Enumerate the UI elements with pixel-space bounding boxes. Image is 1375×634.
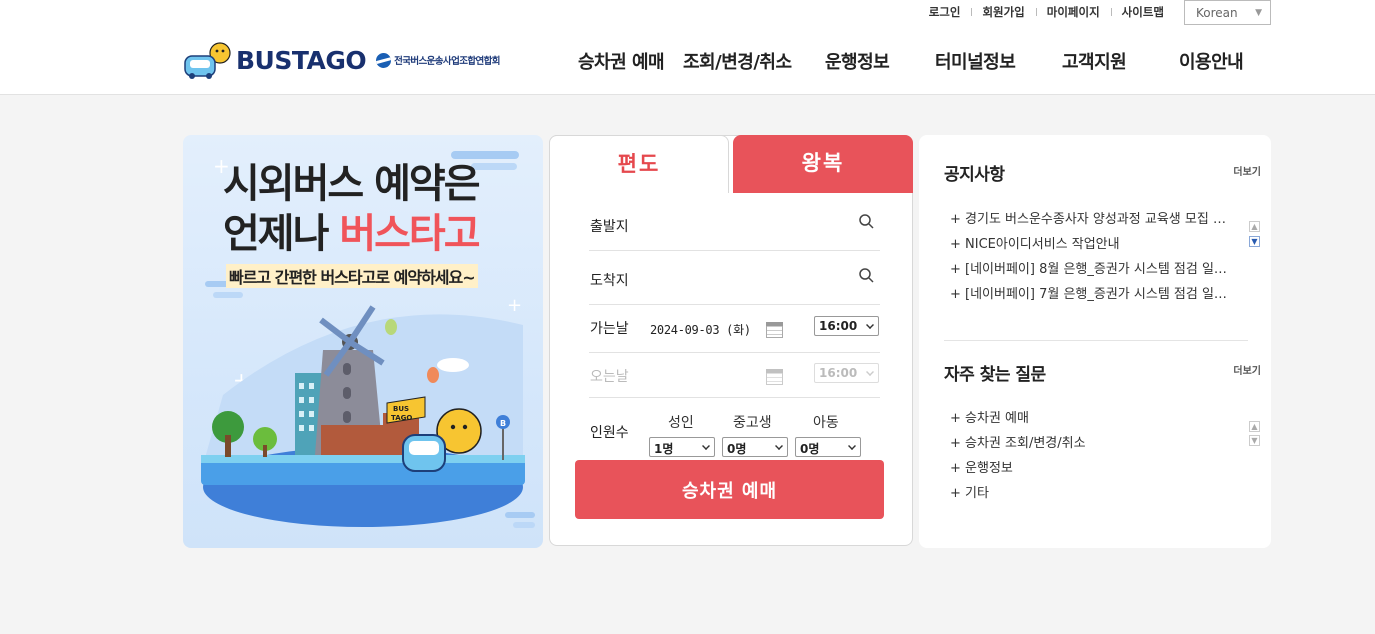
signup-link[interactable]: 회원가입	[971, 5, 1035, 19]
faq-more-link[interactable]: 더보기	[1233, 362, 1261, 377]
return-time-value: 16:00	[819, 366, 858, 380]
nav-customer-support[interactable]: 고객지원	[1062, 48, 1127, 74]
notice-more-link[interactable]: 더보기	[1233, 163, 1261, 178]
teen-label: 중고생	[733, 415, 772, 431]
go-date-label: 가는날	[590, 321, 629, 337]
arrival-field[interactable]: 도착지	[589, 251, 880, 305]
banner-subtitle: 빠르고 간편한 버스타고로 예약하세요~	[226, 264, 478, 288]
scroll-up-icon[interactable]: ▲	[1249, 221, 1260, 232]
teen-count-select[interactable]: 0명	[722, 437, 788, 457]
go-date-row: 가는날 2024-09-03 (화) 16:00	[589, 305, 880, 353]
chevron-down-icon	[866, 321, 874, 329]
chevron-down-icon	[702, 442, 710, 450]
faq-list: + 승차권 예매 + 승차권 조회/변경/취소 + 운행정보 + 기타	[950, 406, 1230, 506]
bus-tago-sign-text: BUS	[393, 405, 409, 413]
tab-round-trip[interactable]: 왕복	[733, 135, 913, 193]
go-date-value[interactable]: 2024-09-03 (화)	[650, 321, 751, 338]
site-logo[interactable]: BUSTAGO 전국버스운송사업조합연합회	[182, 38, 502, 82]
tab-one-way[interactable]: 편도	[549, 135, 729, 193]
notice-item[interactable]: + [네이버페이] 8월 은행_증권가 시스템 점검 일정 안내	[950, 257, 1230, 282]
scroll-up-icon[interactable]: ▲	[1249, 421, 1260, 432]
search-icon[interactable]	[859, 268, 874, 283]
banner-headline: 시외버스 예약은 언제나 버스타고	[223, 159, 481, 259]
association-emblem-icon	[376, 52, 392, 68]
association-name: 전국버스운송사업조합연합회	[394, 56, 500, 67]
faq-item[interactable]: + 승차권 예매	[950, 406, 1230, 431]
site-header: 로그인 회원가입 마이페이지 사이트맵 Korean ▼ BUSTAGO 전국버…	[0, 0, 1375, 95]
svg-text:TAGO: TAGO	[391, 414, 412, 422]
faq-item[interactable]: + 기타	[950, 481, 1230, 506]
go-time-select[interactable]: 16:00	[814, 316, 879, 336]
svg-text:B: B	[500, 419, 506, 428]
child-count-value: 0명	[800, 442, 820, 456]
return-date-label: 오는날	[590, 369, 629, 385]
faq-title: 자주 찾는 질문	[944, 365, 1046, 385]
adult-count-select[interactable]: 1명	[649, 437, 715, 457]
booking-panel: 편도 왕복 출발지 도착지 가는날 2024-09-03 (화) 16:00 오…	[549, 135, 913, 546]
notice-item[interactable]: + 경기도 버스운수종사자 양성과정 교육생 모집 안내	[950, 207, 1230, 232]
nav-terminal-info[interactable]: 터미널정보	[935, 48, 1016, 74]
sitemap-link[interactable]: 사이트맵	[1110, 5, 1175, 19]
calendar-icon	[766, 369, 783, 385]
departure-field[interactable]: 출발지	[589, 197, 880, 251]
child-count-select[interactable]: 0명	[795, 437, 861, 457]
info-panel: 공지사항 더보기 + 경기도 버스운수종사자 양성과정 교육생 모집 안내 + …	[919, 135, 1271, 548]
notice-title: 공지사항	[944, 165, 1005, 185]
adult-label: 성인	[668, 415, 694, 431]
child-label: 아동	[813, 415, 839, 431]
banner-headline-line2-plain: 언제나	[223, 211, 340, 257]
promo-banner[interactable]: + + + BUS TAGO B 시외버스 예약은 언제나 버스타고 빠르고 간…	[183, 135, 543, 548]
notice-list: + 경기도 버스운수종사자 양성과정 교육생 모집 안내 + NICE아이디서비…	[950, 207, 1230, 307]
chevron-down-icon	[848, 442, 856, 450]
notice-item[interactable]: + [네이버페이] 7월 은행_증권가 시스템 점검 일정 안내	[950, 282, 1230, 307]
utility-menu: 로그인 회원가입 마이페이지 사이트맵	[918, 5, 1175, 19]
bus-mascot-logo-icon	[182, 39, 232, 81]
language-value: Korean	[1196, 6, 1238, 20]
logo-wordmark: BUSTAGO	[236, 45, 367, 75]
faq-item[interactable]: + 운행정보	[950, 456, 1230, 481]
svg-text:+: +	[507, 295, 522, 316]
nav-usage-guide[interactable]: 이용안내	[1179, 48, 1244, 74]
search-icon[interactable]	[859, 214, 874, 229]
nav-ticket-booking[interactable]: 승차권 예매	[578, 48, 665, 74]
faq-item[interactable]: + 승차권 조회/변경/취소	[950, 431, 1230, 456]
reserve-ticket-button[interactable]: 승차권 예매	[575, 460, 884, 519]
nav-lookup-change-cancel[interactable]: 조회/변경/취소	[683, 48, 792, 74]
banner-headline-brand: 버스타고	[339, 211, 480, 257]
language-select[interactable]: Korean ▼	[1184, 0, 1271, 25]
return-date-row: 오는날 16:00	[589, 353, 880, 398]
chevron-down-icon	[775, 442, 783, 450]
chevron-down-icon	[866, 368, 874, 376]
dropdown-arrow-icon: ▼	[1255, 8, 1262, 18]
teen-count-value: 0명	[727, 442, 747, 456]
banner-headline-line1: 시외버스 예약은	[223, 161, 481, 207]
scroll-down-icon[interactable]: ▼	[1249, 236, 1260, 247]
scroll-down-icon[interactable]: ▼	[1249, 435, 1260, 446]
nav-operation-info[interactable]: 운행정보	[825, 48, 890, 74]
notice-item[interactable]: + NICE아이디서비스 작업안내	[950, 232, 1230, 257]
arrival-label: 도착지	[590, 273, 629, 289]
return-time-select: 16:00	[814, 363, 879, 383]
banner-headline-line2: 언제나 버스타고	[223, 209, 481, 259]
mypage-link[interactable]: 마이페이지	[1035, 5, 1111, 19]
calendar-icon[interactable]	[766, 322, 783, 338]
login-link[interactable]: 로그인	[918, 5, 972, 19]
adult-count-value: 1명	[654, 442, 674, 456]
passengers-label: 인원수	[590, 425, 629, 441]
go-time-value: 16:00	[819, 319, 858, 333]
association-logo: 전국버스운송사업조합연합회	[376, 52, 501, 68]
departure-label: 출발지	[590, 219, 629, 235]
section-divider	[944, 340, 1248, 341]
